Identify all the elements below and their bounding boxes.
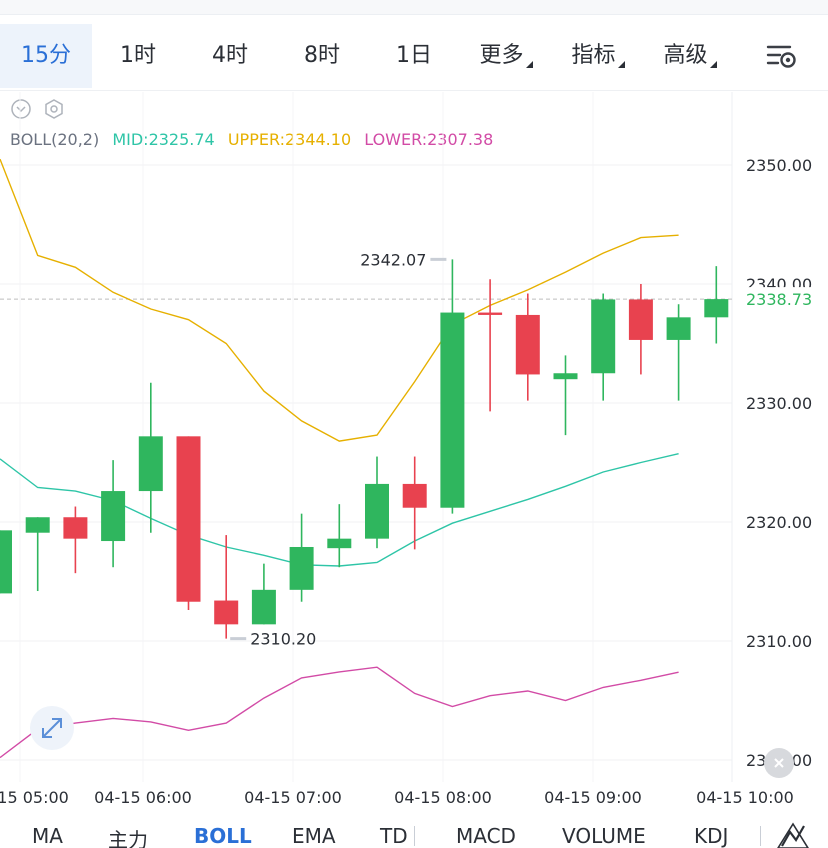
candle [0,530,12,594]
candle [214,535,239,639]
btab-kdj[interactable]: KDJ [694,824,728,848]
candle [628,284,653,375]
x-tick-label: 04-15 10:00 [696,788,794,807]
btab-macd-label: MACD [456,824,516,848]
x-tick-label: 04-15 05:00 [0,788,69,807]
candlestick-chart[interactable]: 2342.072310.20 2300.002310.002320.002330… [0,0,828,848]
candle [704,266,729,344]
candle-body [666,317,691,340]
min-price-label: 2310.20 [250,630,316,649]
candle-body [628,299,653,340]
max-price-label: 2342.07 [360,250,426,269]
candle [138,382,163,533]
y-tick-label: 2330.00 [746,394,812,413]
candle-body [515,314,540,375]
tab-divider [414,826,415,846]
candle-body [365,483,389,539]
btab-td-label: TD [380,824,408,848]
candle [440,259,465,514]
candle [63,506,88,574]
btab-td[interactable]: TD [380,824,408,848]
candle [666,304,691,401]
chart-type-button[interactable] [776,820,810,848]
candle-body [214,600,239,625]
candle [553,355,578,436]
btab-boll[interactable]: BOLL [194,824,252,848]
candle-body [327,538,352,549]
candle-body [101,491,126,542]
candle-body [289,546,314,590]
boll-bands [0,158,679,759]
candle [101,460,126,568]
btab-boll-label: BOLL [194,824,252,848]
candle-body [251,589,276,625]
y-tick-label: 2350.00 [746,156,812,175]
extreme-annotations: 2342.07 2310.20 [230,250,447,649]
candles-layer [0,259,729,639]
btab-ema-label: EMA [292,824,336,848]
expand-arrows-icon [42,718,62,738]
candle [25,517,50,592]
candle [365,456,389,549]
candle-body [553,373,578,380]
x-tick-label: 04-15 07:00 [244,788,342,807]
kline-chart-screen: 15分 1时 4时 8时 1日 更多 指标 高级 BOLL(20,2) MID:… [0,0,828,848]
y-tick-label: 2310.00 [746,632,812,651]
btab-main-force-label: 主力 [108,828,148,848]
btab-ma-label: MA [32,824,63,848]
y-tick-label: 2320.00 [746,513,812,532]
btab-volume-label: VOLUME [562,824,646,848]
candle [251,563,276,625]
btab-volume[interactable]: VOLUME [562,824,646,848]
boll-lower-line [0,666,679,759]
btab-ma[interactable]: MA [32,824,63,848]
expand-chart-button[interactable] [30,706,74,750]
line-chart-icon [777,822,809,848]
indicator-tab-bar: MA 主力 BOLL EMA TD MACD VOLUME KDJ [0,820,828,848]
x-tick-label: 04-15 08:00 [394,788,492,807]
candle [591,293,616,401]
candle-body [25,517,50,533]
candle-body [176,436,201,602]
boll-upper-line [0,158,679,442]
x-tick-label: 04-15 06:00 [94,788,192,807]
candle-body [478,312,503,315]
candle-body [0,530,12,594]
candle-body [591,299,616,374]
candle-body [138,436,163,492]
candle-body [63,517,88,539]
btab-main-force[interactable]: 主力 [108,824,148,848]
candle-body [704,299,729,318]
candle-body [402,483,427,508]
close-icon [774,758,784,768]
candle [515,293,540,401]
x-tick-label: 04-15 09:00 [544,788,642,807]
last-price-label: 2338.73 [746,290,812,309]
btab-macd[interactable]: MACD [456,824,516,848]
candle [176,436,201,611]
candle [327,504,352,568]
btab-ema[interactable]: EMA [292,824,336,848]
tab-divider [760,826,761,846]
candle [402,456,427,550]
scroll-handle[interactable] [764,748,794,778]
btab-kdj-label: KDJ [694,824,729,848]
candle-body [440,312,465,508]
